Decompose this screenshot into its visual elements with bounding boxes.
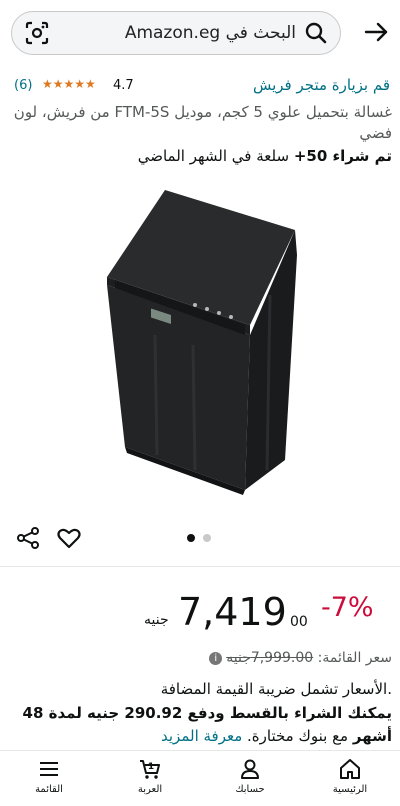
cart-icon: 1: [140, 760, 160, 779]
vat-note: .الأسعار تشمل ضريبة القيمة المضافة: [160, 680, 392, 698]
account-icon: [241, 759, 259, 779]
price-currency: جنيه: [144, 612, 169, 628]
nav-cart[interactable]: 1 العربة: [115, 757, 185, 803]
product-image[interactable]: [85, 185, 315, 495]
nav-menu-label: القائمة: [35, 784, 63, 795]
nav-home-label: الرئيسية: [332, 784, 368, 795]
bought-text: سلعة في الشهر الماضي: [137, 147, 294, 165]
search-icon[interactable]: [304, 21, 328, 45]
learn-more-link[interactable]: معرفة المزيد: [161, 727, 242, 745]
installment-banks: مع بنوك مختارة.: [242, 727, 353, 745]
divider: [0, 566, 400, 567]
image-carousel-indicator: [187, 534, 217, 542]
search-placeholder: البحث في Amazon.eg: [124, 23, 296, 43]
bought-last-month: تم شراء 50+ سلعة في الشهر الماضي: [10, 147, 392, 165]
installment-offer: يمكنك الشراء بالقسط ودفع 290.92 جنيه لمد…: [10, 702, 392, 748]
info-icon[interactable]: i: [209, 651, 223, 665]
bottom-nav: الرئيسية حسابك 1 العربة القائمة: [0, 750, 400, 806]
nav-account[interactable]: حسابك: [215, 757, 285, 803]
search-input[interactable]: البحث في Amazon.eg: [11, 11, 341, 55]
bought-count: تم شراء 50+: [293, 147, 392, 165]
top-bar: البحث في Amazon.eg: [0, 0, 400, 66]
carousel-dot[interactable]: [203, 534, 211, 542]
back-arrow-icon[interactable]: [362, 18, 390, 46]
share-icon[interactable]: [16, 526, 40, 550]
home-icon: [340, 759, 360, 779]
list-price-label: سعر القائمة:: [313, 650, 392, 666]
product-title: غسالة بتحميل علوي 5 كجم، موديل FTM-5S من…: [13, 103, 392, 142]
store-rating-row: (6) ★★★★★ 4.7 قم بزيارة متجر فريش: [10, 76, 392, 100]
price-whole: 7,419: [178, 590, 287, 634]
visit-store-link[interactable]: قم بزيارة متجر فريش: [253, 76, 390, 94]
list-price: سعر القائمة: 7,999.00جنيهi: [10, 650, 392, 670]
rating-count[interactable]: (6): [14, 78, 32, 93]
menu-icon: [40, 762, 58, 776]
heart-icon[interactable]: [56, 525, 82, 551]
camera-lens-icon[interactable]: [24, 20, 50, 46]
carousel-dot-active[interactable]: [187, 534, 195, 542]
cart-count: 1: [148, 762, 154, 772]
nav-home[interactable]: الرئيسية: [315, 757, 385, 803]
price-fraction: 00: [290, 614, 308, 630]
list-price-value: 7,999.00جنيه: [226, 650, 314, 666]
discount-percent: -7%: [321, 592, 374, 623]
nav-menu[interactable]: القائمة: [14, 757, 84, 803]
nav-cart-label: العربة: [137, 784, 163, 795]
star-rating-icon[interactable]: ★★★★★: [42, 77, 96, 91]
rating-value: 4.7: [113, 78, 134, 93]
nav-account-label: حسابك: [235, 784, 265, 795]
price: جنيه 7,419 00: [144, 590, 319, 640]
